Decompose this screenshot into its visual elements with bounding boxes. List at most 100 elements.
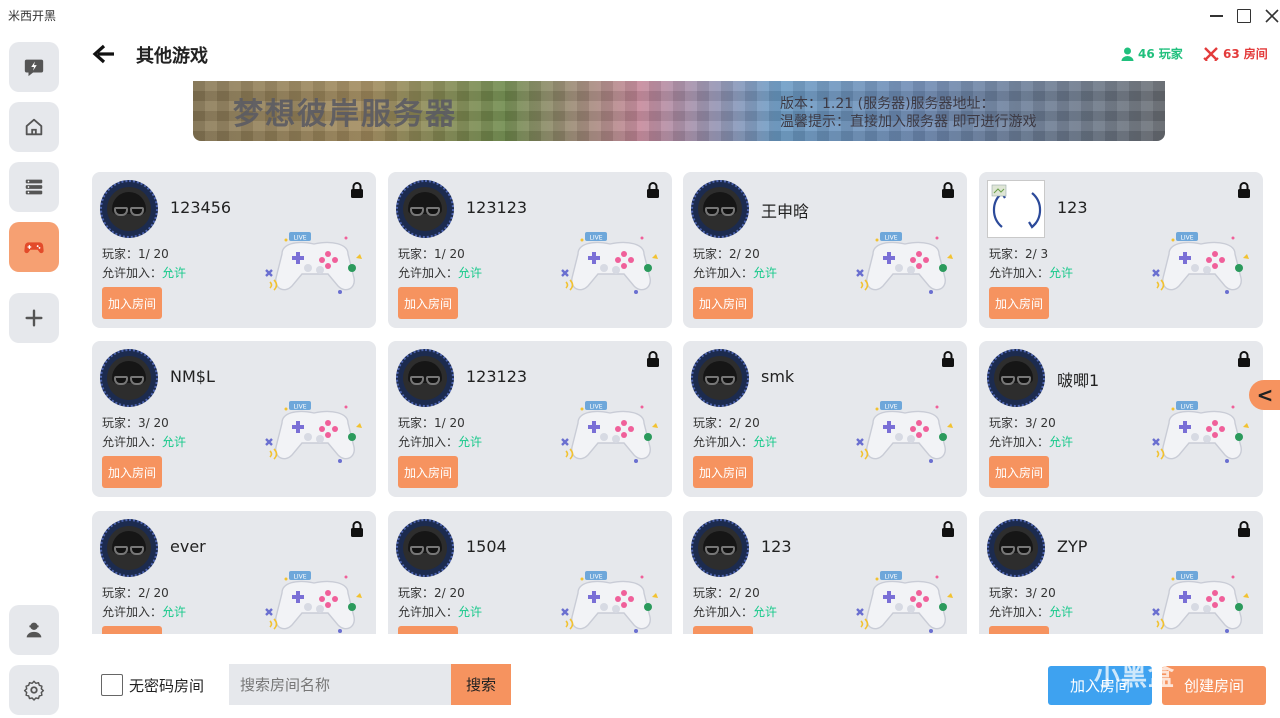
room-allow-join: 允许加入：允许	[398, 603, 482, 620]
room-avatar	[987, 349, 1045, 407]
room-card[interactable]: 123 玩家：2/ 20 允许加入：允许加入房间 LIVE	[683, 511, 967, 634]
room-player-count: 玩家：2/ 3	[989, 245, 1048, 262]
allow-label: 允许加入：	[989, 266, 1050, 280]
close-icon[interactable]	[1261, 5, 1280, 27]
gamepad-illustration: LIVE	[1152, 232, 1249, 294]
lock-icon	[1238, 182, 1250, 198]
svg-text:LIVE: LIVE	[1180, 404, 1193, 411]
allow-value: 允许	[162, 266, 187, 280]
sidebar-item-settings[interactable]	[9, 665, 59, 715]
room-card[interactable]: 123456 玩家：1/ 20 允许加入：允许 加入房间 LIVE	[92, 172, 376, 328]
join-room-card-button[interactable]: 加入房间	[693, 456, 753, 488]
lock-icon	[647, 182, 659, 198]
create-room-button[interactable]: 创建房间	[1162, 666, 1266, 705]
no-password-filter[interactable]: 无密码房间	[101, 674, 204, 696]
allow-value: 允许	[753, 605, 778, 619]
join-room-card-button[interactable]: 加入房间	[102, 626, 162, 634]
banner-info-line: 版本：1.21 (服务器)服务器地址：	[780, 96, 995, 112]
gamepad-illustration: LIVE	[561, 232, 658, 294]
room-name: 123123	[466, 367, 528, 386]
room-allow-join: 允许加入：允许	[398, 433, 482, 450]
room-name: 啵唧1	[1057, 371, 1100, 390]
gamepad-illustration: LIVE	[265, 401, 362, 463]
app-title: 米西开黑	[8, 9, 57, 23]
join-room-card-button[interactable]: 加入房间	[693, 626, 753, 634]
room-card[interactable]: 123123 玩家：1/ 20 允许加入：允许 加入房间 LIVE	[388, 172, 672, 328]
join-room-card-button[interactable]: 加入房间	[693, 287, 753, 319]
room-avatar	[396, 349, 454, 407]
no-password-checkbox[interactable]	[101, 674, 123, 696]
allow-value: 允许	[753, 435, 778, 449]
lock-icon	[1238, 351, 1250, 367]
room-card[interactable]: 王申晗 玩家：2/ 20 允许加入：允许 加入房间 LIVE	[683, 172, 967, 328]
join-room-card-button[interactable]: 加入房间	[398, 626, 458, 634]
room-avatar	[987, 180, 1045, 238]
sidebar-item-profile[interactable]	[9, 605, 59, 655]
room-allow-join: 允许加入：允许	[989, 603, 1073, 620]
join-room-card-button[interactable]: 加入房间	[989, 287, 1049, 319]
room-avatar	[691, 519, 749, 577]
svg-text:LIVE: LIVE	[884, 235, 897, 242]
svg-text:LIVE: LIVE	[293, 574, 306, 581]
back-arrow-icon[interactable]	[92, 43, 116, 65]
join-room-card-button[interactable]: 加入房间	[989, 626, 1049, 634]
allow-value: 允许	[458, 435, 483, 449]
allow-label: 允许加入：	[693, 435, 754, 449]
server-banner[interactable]: 梦想彼岸服务器 版本：1.21 (服务器)服务器地址： 温馨提示：直接加入服务器…	[193, 81, 1165, 141]
lock-icon	[647, 351, 659, 367]
players-value: 3/ 20	[1025, 416, 1056, 430]
room-card[interactable]: NM$L 玩家：3/ 20 允许加入：允许 加入房间 LIVE	[92, 341, 376, 497]
lock-icon	[351, 521, 363, 537]
room-card[interactable]: 1504 玩家：2/ 20 允许加入：允许加入房间 LIVE	[388, 511, 672, 634]
watermark: 小黑盒	[1094, 662, 1176, 692]
collapse-panel-button[interactable]: <	[1249, 380, 1280, 410]
room-search-input[interactable]	[229, 664, 451, 705]
allow-value: 允许	[458, 266, 483, 280]
maximize-icon[interactable]	[1233, 5, 1255, 27]
crossed-swords-icon	[1203, 46, 1219, 61]
room-card[interactable]: ZYP 玩家：3/ 20 允许加入：允许加入房间 LIVE	[979, 511, 1263, 634]
allow-value: 允许	[753, 266, 778, 280]
allow-value: 允许	[1049, 605, 1074, 619]
plus-icon	[25, 309, 43, 327]
players-prefix: 玩家：	[693, 416, 730, 430]
sidebar-item-chat[interactable]	[9, 42, 59, 92]
rooms-label: 房间	[1243, 47, 1268, 61]
room-card[interactable]: smk 玩家：2/ 20 允许加入：允许 加入房间 LIVE	[683, 341, 967, 497]
players-prefix: 玩家：	[398, 416, 435, 430]
room-card[interactable]: 啵唧1 玩家：3/ 20 允许加入：允许 加入房间 LIVE	[979, 341, 1263, 497]
sidebar-item-add[interactable]	[9, 293, 59, 343]
room-allow-join: 允许加入：允许	[693, 603, 777, 620]
player-icon	[1121, 47, 1134, 61]
room-player-count: 玩家：2/ 20	[693, 584, 760, 601]
join-room-card-button[interactable]: 加入房间	[102, 287, 162, 319]
players-prefix: 玩家：	[989, 416, 1026, 430]
search-button[interactable]: 搜索	[451, 664, 511, 705]
players-value: 1/ 20	[434, 416, 465, 430]
room-card[interactable]: 123 玩家：2/ 3 允许加入：允许 加入房间 LIVE	[979, 172, 1263, 328]
join-room-card-button[interactable]: 加入房间	[398, 456, 458, 488]
players-prefix: 玩家：	[102, 247, 139, 261]
sidebar-item-games[interactable]	[9, 222, 59, 272]
app-window: 米西开黑 其他游戏 46 玩家 63 房间 梦想彼岸服务器 版本：1.21 (服…	[0, 0, 1280, 718]
svg-text:LIVE: LIVE	[293, 404, 306, 411]
svg-text:LIVE: LIVE	[589, 574, 602, 581]
room-avatar	[100, 349, 158, 407]
join-room-card-button[interactable]: 加入房间	[102, 456, 162, 488]
minimize-icon[interactable]	[1205, 5, 1227, 27]
room-player-count: 玩家：2/ 20	[398, 584, 465, 601]
sidebar-item-home[interactable]	[9, 102, 59, 152]
players-label: 玩家	[1158, 47, 1183, 61]
room-player-count: 玩家：2/ 20	[693, 414, 760, 431]
players-value: 2/ 20	[729, 416, 760, 430]
join-room-card-button[interactable]: 加入房间	[989, 456, 1049, 488]
svg-text:LIVE: LIVE	[1180, 235, 1193, 242]
room-count-stat: 63 房间	[1203, 45, 1268, 62]
allow-value: 允许	[162, 435, 187, 449]
join-room-card-button[interactable]: 加入房间	[398, 287, 458, 319]
allow-value: 允许	[1049, 435, 1074, 449]
svg-text:LIVE: LIVE	[1180, 574, 1193, 581]
sidebar-item-servers[interactable]	[9, 162, 59, 212]
room-card[interactable]: ever 玩家：2/ 20 允许加入：允许加入房间 LIVE	[92, 511, 376, 634]
room-card[interactable]: 123123 玩家：1/ 20 允许加入：允许 加入房间 LIVE	[388, 341, 672, 497]
